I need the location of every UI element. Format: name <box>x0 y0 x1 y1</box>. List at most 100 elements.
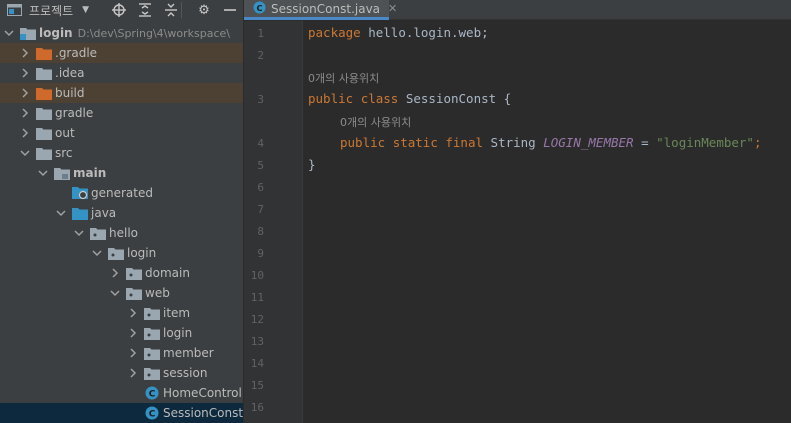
close-icon[interactable]: ✕ <box>388 2 397 15</box>
folder-icon <box>36 66 52 80</box>
usages-inlay-hint[interactable]: 0개의 사용위치 <box>340 114 411 130</box>
tree-item-label: .idea <box>55 66 85 80</box>
code-line-4[interactable]: public static final String LOGIN_MEMBER … <box>340 135 762 150</box>
expand-all-icon[interactable] <box>137 2 153 18</box>
chevron-right-icon[interactable] <box>20 128 30 138</box>
package-icon <box>108 246 124 260</box>
tree-item-session[interactable]: session <box>0 363 243 383</box>
gear-icon[interactable]: ⚙ <box>196 2 212 18</box>
chevron-right-icon[interactable] <box>110 268 120 278</box>
svg-text:C: C <box>256 2 262 12</box>
chevron-down-icon[interactable] <box>110 288 120 298</box>
package-name: hello.login.web; <box>360 25 489 40</box>
tree-item-member[interactable]: member <box>0 343 243 363</box>
folder-icon <box>54 166 70 180</box>
tree-item-out[interactable]: out <box>0 123 243 143</box>
project-panel: 프로젝트 ▼ ⚙ login D:\dev\Spring\4\workspace… <box>0 0 243 423</box>
code-line-5[interactable]: } <box>308 157 316 172</box>
package-icon <box>144 326 160 340</box>
tree-item-login-module[interactable]: login D:\dev\Spring\4\workspace\ <box>0 23 243 43</box>
usages-inlay-hint[interactable]: 0개의 사용위치 <box>308 70 379 86</box>
tree-item-label: login <box>39 26 73 40</box>
line-number: 4 <box>257 137 264 150</box>
tree-item-label: build <box>55 86 85 100</box>
java-class-icon: C <box>144 406 160 420</box>
tree-item-gradle-hidden[interactable]: .gradle <box>0 43 243 63</box>
package-icon <box>144 366 160 380</box>
semicolon: ; <box>753 135 762 150</box>
chevron-right-icon[interactable] <box>20 48 30 58</box>
folder-icon <box>36 146 52 160</box>
tree-item-label: SessionConst <box>163 406 243 420</box>
tree-item-web[interactable]: web <box>0 283 243 303</box>
locate-icon[interactable] <box>111 2 127 18</box>
tree-item-src[interactable]: src <box>0 143 243 163</box>
tree-item-label: login <box>163 326 193 340</box>
keyword: public <box>308 91 354 106</box>
tree-item-java[interactable]: java <box>0 203 243 223</box>
folder-icon <box>36 126 52 140</box>
project-panel-title[interactable]: 프로젝트 <box>29 2 73 19</box>
line-number: 10 <box>250 269 264 282</box>
code-editor[interactable]: package hello.login.web; 0개의 사용위치 public… <box>303 21 791 423</box>
keyword: public <box>340 135 386 150</box>
chevron-down-icon[interactable] <box>20 148 30 158</box>
chevron-down-icon[interactable] <box>92 248 102 258</box>
line-number: 8 <box>257 225 264 238</box>
line-number: 11 <box>250 291 264 304</box>
svg-text:C: C <box>149 410 156 420</box>
tree-item-label: generated <box>91 186 153 200</box>
tree-item-label: login <box>127 246 157 260</box>
tree-item-idea[interactable]: .idea <box>0 63 243 83</box>
chevron-right-icon[interactable] <box>20 88 30 98</box>
tree-item-login-package[interactable]: login <box>0 243 243 263</box>
collapse-all-icon[interactable] <box>163 2 179 18</box>
view-dropdown-icon[interactable]: ▼ <box>82 5 89 15</box>
package-icon <box>126 286 142 300</box>
chevron-right-icon[interactable] <box>20 108 30 118</box>
chevron-down-icon[interactable] <box>4 28 14 38</box>
line-number: 15 <box>250 379 264 392</box>
folder-excluded-icon <box>36 86 52 100</box>
chevron-right-icon[interactable] <box>128 308 138 318</box>
package-icon <box>126 266 142 280</box>
line-number: 13 <box>250 335 264 348</box>
code-line-1[interactable]: package hello.login.web; <box>308 25 489 40</box>
project-view-icon[interactable] <box>7 4 23 16</box>
package-icon <box>144 306 160 320</box>
chevron-right-icon[interactable] <box>128 368 138 378</box>
tree-item-homecontroller[interactable]: C HomeController <box>0 383 243 403</box>
editor-tab-sessionconst[interactable]: C SessionConst.java ✕ <box>244 0 397 20</box>
tab-label: SessionConst.java <box>271 1 381 16</box>
folder-excluded-icon <box>36 46 52 60</box>
tree-item-main[interactable]: main <box>0 163 243 183</box>
java-class-icon: C <box>253 0 266 17</box>
tree-item-generated[interactable]: generated <box>0 183 243 203</box>
tree-item-label: HomeController <box>163 386 243 400</box>
tree-item-label: out <box>55 126 75 140</box>
keyword: static <box>392 135 438 150</box>
module-folder-icon <box>20 26 36 40</box>
field-name: LOGIN_MEMBER <box>543 135 634 150</box>
tree-item-hello[interactable]: hello <box>0 223 243 243</box>
code-line-3[interactable]: public class SessionConst { <box>308 91 511 106</box>
chevron-down-icon[interactable] <box>74 228 84 238</box>
tree-item-label: web <box>145 286 170 300</box>
tree-item-domain[interactable]: domain <box>0 263 243 283</box>
chevron-right-icon[interactable] <box>20 68 30 78</box>
chevron-down-icon[interactable] <box>56 208 66 218</box>
line-number: 9 <box>257 247 264 260</box>
tree-item-gradle[interactable]: gradle <box>0 103 243 123</box>
tree-item-build[interactable]: build <box>0 83 243 103</box>
chevron-right-icon[interactable] <box>128 348 138 358</box>
tree-item-item[interactable]: item <box>0 303 243 323</box>
chevron-right-icon[interactable] <box>128 328 138 338</box>
type-name: String <box>483 135 544 150</box>
tree-item-sessionconst[interactable]: C SessionConst <box>0 403 243 423</box>
chevron-down-icon[interactable] <box>38 168 48 178</box>
line-number-gutter: 1 2 3 4 5 6 7 8 9 10 11 12 13 14 15 16 <box>244 21 303 423</box>
tree-item-login-web[interactable]: login <box>0 323 243 343</box>
tree-item-label: member <box>163 346 214 360</box>
hide-panel-icon[interactable] <box>222 2 238 18</box>
tree-item-label: item <box>163 306 191 320</box>
